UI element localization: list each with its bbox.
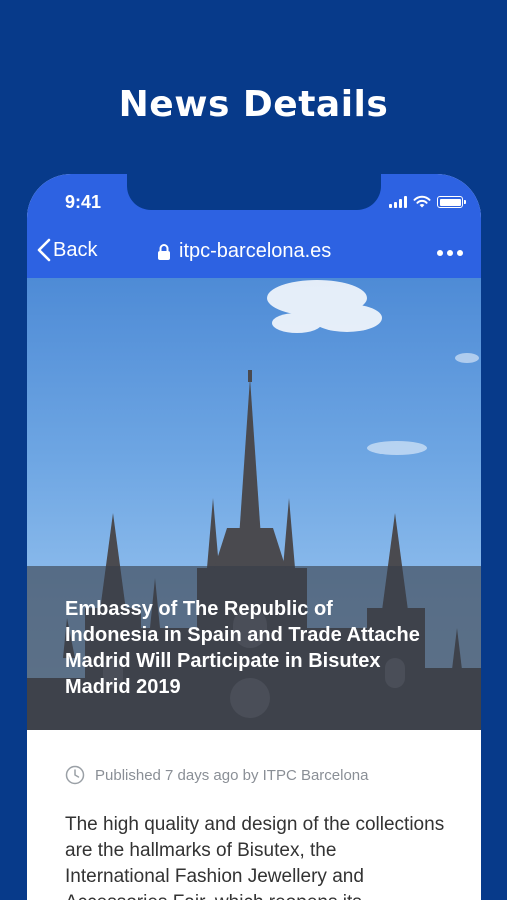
url-text: itpc-barcelona.es bbox=[179, 240, 332, 262]
publish-info: Published 7 days ago by ITPC Barcelona bbox=[95, 766, 369, 784]
status-time: 9:41 bbox=[65, 192, 102, 212]
browser-header: 9:41 Back itpc-barcelona.es bbox=[27, 174, 481, 278]
cellular-signal-icon bbox=[389, 196, 407, 208]
more-dots-icon[interactable] bbox=[437, 250, 463, 256]
phone-frame: 9:41 Back itpc-barcelona.es Embassy of T… bbox=[27, 174, 481, 900]
article-headline[interactable]: Embassy of The Republic of Indonesia in … bbox=[65, 596, 425, 700]
back-label: Back bbox=[53, 238, 98, 261]
clock-icon bbox=[65, 765, 85, 785]
lock-icon bbox=[158, 243, 170, 260]
chevron-left-icon bbox=[37, 238, 51, 262]
url-display[interactable]: itpc-barcelona.es bbox=[157, 240, 331, 263]
browser-nav: Back itpc-barcelona.es bbox=[27, 234, 481, 270]
wifi-icon bbox=[413, 195, 431, 208]
back-button[interactable]: Back bbox=[37, 238, 97, 262]
article-hero-image: Embassy of The Republic of Indonesia in … bbox=[27, 278, 481, 730]
article-meta: Published 7 days ago by ITPC Barcelona bbox=[65, 765, 369, 785]
status-icons bbox=[389, 195, 466, 208]
device-notch bbox=[127, 174, 381, 210]
battery-icon bbox=[437, 196, 466, 208]
page-heading: News Details bbox=[118, 84, 389, 125]
article-body: The high quality and design of the colle… bbox=[65, 814, 445, 900]
